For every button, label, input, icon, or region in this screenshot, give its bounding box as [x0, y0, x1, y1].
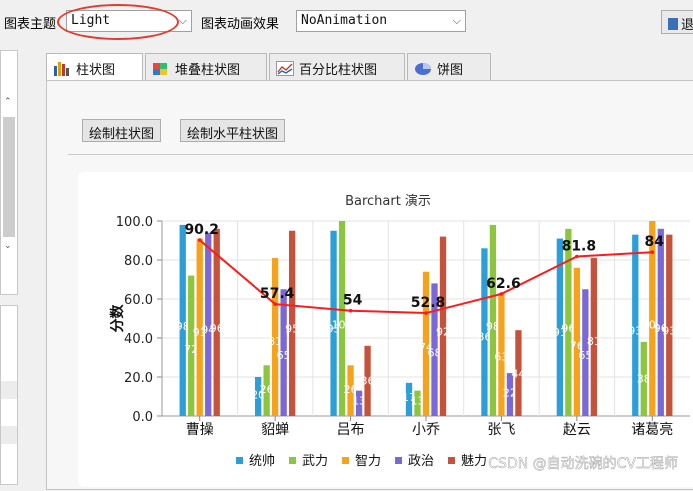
bar-value-label: 98: [176, 320, 190, 333]
legend-label: 武力: [302, 454, 328, 469]
bar-value-label: 100: [332, 318, 353, 331]
tab-bar-chart[interactable]: 柱状图: [46, 53, 143, 81]
legend-label: 政治: [408, 454, 434, 469]
line-value-label: 57.4: [260, 286, 295, 302]
list-row: [1, 426, 17, 444]
bar-value-label: 81: [587, 335, 601, 348]
tab-label: 饼图: [437, 63, 464, 78]
bar-value-label: 38: [637, 373, 651, 386]
theme-combobox[interactable]: Light ⌵: [66, 10, 192, 32]
line-value-label: 52.8: [411, 295, 446, 311]
chart-title: Barchart 演示: [345, 193, 431, 209]
bar-value-label: 72: [184, 343, 198, 356]
tab-label: 百分比柱状图: [299, 63, 378, 78]
bar-value-label: 22: [503, 387, 517, 400]
legend-swatch: [289, 457, 296, 464]
y-tick-label: 20.0: [124, 371, 153, 386]
bar-value-label: 92: [436, 325, 450, 338]
x-tick-label: 吕布: [337, 422, 365, 438]
line-point: [424, 311, 428, 315]
x-tick-label: 小乔: [412, 422, 440, 438]
line-value-label: 90.2: [184, 222, 219, 238]
line-point: [575, 254, 579, 259]
x-tick-label: 曹操: [186, 422, 214, 438]
x-tick-label: 貂蝉: [261, 422, 289, 438]
line-value-label: 54: [343, 293, 363, 309]
stacked-chart-icon: [153, 63, 167, 75]
bar-value-label: 98: [486, 320, 500, 333]
legend-label: 魅力: [461, 454, 487, 469]
left-list-panel[interactable]: ⌃ ⌄: [0, 50, 18, 295]
legend-swatch: [342, 457, 349, 464]
top-toolbar: 图表主题 Light ⌵ 图表动画效果 NoAnimation ⌵ 退: [0, 0, 693, 44]
divider: [68, 154, 693, 155]
x-tick-label: 诸葛亮: [631, 421, 673, 438]
legend-swatch: [448, 457, 455, 464]
chevron-down-icon: ⌵: [178, 14, 187, 27]
watermark-text: CSDN @自动洗碗的CV工程师: [488, 456, 678, 472]
tab-pie-chart[interactable]: 饼图: [407, 53, 491, 80]
bar-value-label: 63: [494, 351, 508, 364]
animation-combobox[interactable]: NoAnimation ⌵: [296, 10, 466, 32]
scroll-down-icon[interactable]: ⌄: [4, 241, 12, 251]
line-point: [273, 302, 277, 306]
line-point: [499, 292, 504, 296]
percent-chart-icon: [276, 61, 294, 76]
bar-value-label: 96: [210, 322, 224, 335]
line-point: [197, 238, 202, 242]
bar-value-label: 13: [411, 395, 425, 408]
tab-percent-chart[interactable]: 百分比柱状图: [269, 53, 405, 80]
line-value-label: 84: [645, 234, 665, 250]
x-tick-label: 张飞: [487, 422, 515, 438]
bar-value-label: 93: [628, 324, 642, 337]
bar-chart-icon: [54, 62, 69, 76]
theme-value: Light: [71, 13, 111, 28]
draw-horizontal-bar-button[interactable]: 绘制水平柱状图: [180, 119, 286, 142]
tab-label: 柱状图: [76, 63, 116, 78]
bar-value-label: 68: [428, 346, 442, 359]
bar-value-label: 13: [352, 395, 366, 408]
bar-value-label: 93: [662, 324, 676, 337]
legend-label: 统帅: [249, 454, 275, 469]
bar-value-label: 36: [361, 374, 375, 387]
bar-chart: Barchart 演示 0.0 20.0 40.0 60.0 80.0 100.0 分数曹操 9…: [109, 193, 690, 472]
y-axis-label: 分数: [109, 304, 126, 333]
tab-stacked-chart[interactable]: 堆叠柱状图: [145, 53, 267, 80]
line-point: [348, 308, 353, 313]
bar-value-label: 81: [268, 335, 282, 348]
x-tick-label: 赵云: [563, 422, 591, 438]
exit-icon: [668, 18, 678, 30]
animation-label: 图表动画效果: [201, 17, 280, 32]
bar-value-label: 95: [285, 323, 299, 336]
exit-button-label: 退: [681, 18, 693, 33]
animation-value: NoAnimation: [301, 13, 388, 28]
bar-value-label: 44: [511, 367, 525, 380]
list-row: [1, 381, 17, 399]
y-tick-label: 40.0: [124, 332, 153, 347]
chevron-down-icon: ⌵: [452, 14, 461, 27]
bar-value-label: 26: [260, 383, 274, 396]
legend-swatch: [395, 457, 402, 464]
exit-button[interactable]: 退: [661, 10, 693, 34]
line-value-label: 62.6: [486, 276, 521, 292]
draw-bar-button[interactable]: 绘制柱状图: [82, 119, 162, 142]
bar-value-label: 65: [578, 349, 592, 362]
legend-label: 智力: [355, 454, 381, 469]
pie-chart-icon: [415, 63, 431, 75]
bar-value-label: 96: [561, 322, 575, 335]
left-detail-panel: [0, 305, 18, 485]
y-tick-label: 100.0: [116, 215, 153, 230]
scrollbar-thumb[interactable]: [3, 117, 15, 237]
scroll-up-icon[interactable]: ⌃: [4, 97, 12, 107]
line-value-label: 81.8: [562, 238, 597, 254]
y-tick-label: 0.0: [132, 410, 153, 425]
chart-container: Barchart 演示 0.0 20.0 40.0 60.0 80.0 100.0 分数曹操 9…: [78, 172, 693, 487]
bar-value-label: 65: [277, 349, 291, 362]
y-tick-label: 60.0: [124, 293, 153, 308]
legend-swatch: [236, 457, 243, 464]
theme-label: 图表主题: [4, 17, 57, 32]
line-point: [650, 250, 655, 254]
y-tick-label: 80.0: [124, 254, 153, 269]
tab-label: 堆叠柱状图: [175, 63, 241, 78]
